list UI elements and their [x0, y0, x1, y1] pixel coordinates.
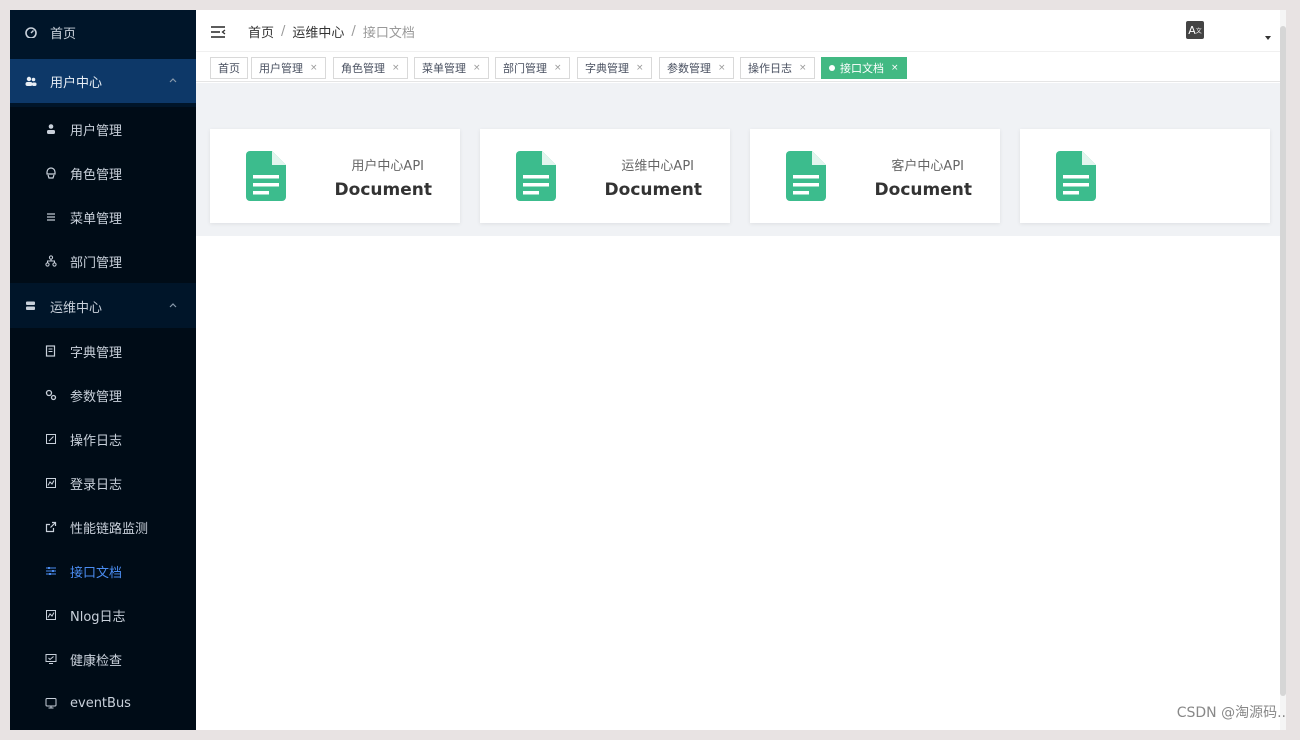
tags-view: 首页 用户管理 × 角色管理 × 菜单管理 × 部门管理 × 字典管理 × 参数管理 × 操…: [196, 52, 1286, 82]
close-icon[interactable]: ×: [799, 63, 807, 73]
edit-log-icon: [44, 432, 58, 446]
document-icon: [246, 151, 286, 201]
api-doc-card-user-center[interactable]: 用户中心API Document: [210, 129, 460, 223]
sidebar-item-operation-log[interactable]: 操作日志: [10, 417, 196, 461]
close-icon[interactable]: ×: [392, 63, 400, 73]
sidebar-item-performance-trace[interactable]: 性能链路监测: [10, 505, 196, 549]
breadcrumb-current: 接口文档: [362, 26, 415, 41]
caret-down-icon[interactable]: [1264, 35, 1272, 41]
tag-user-management[interactable]: 用户管理 ×: [251, 57, 326, 79]
breadcrumb-item[interactable]: 首页: [248, 22, 274, 41]
breadcrumb: 首页 / 运维中心 / 接口文档: [248, 22, 415, 41]
sidebar-item-dictionary[interactable]: 字典管理: [10, 329, 196, 373]
external-link-icon: [44, 520, 58, 534]
sidebar-item-label: 健康检查: [70, 653, 123, 669]
close-icon[interactable]: ×: [636, 63, 644, 73]
sidebar-group-label: 运维中心: [50, 300, 103, 316]
active-dot-icon: [829, 65, 835, 71]
sidebar-item-label: 登录日志: [70, 477, 123, 493]
sidebar-item-eventbus[interactable]: eventBus: [10, 681, 196, 725]
card-subtitle: Document: [334, 180, 432, 200]
monitor-icon: [44, 696, 58, 710]
sidebar: 首页 用户中心 用户管理 角色管理 菜单管理 部门管理 运维中心 字典管理 参数…: [10, 10, 196, 730]
api-doc-card-customer-center[interactable]: 客户中心API Document: [750, 129, 1000, 223]
server-icon: [24, 299, 38, 313]
sidebar-item-label: 用户管理: [70, 123, 123, 139]
users-icon: [24, 74, 38, 88]
tag-api-docs[interactable]: 接口文档 ×: [821, 57, 907, 79]
close-icon[interactable]: ×: [718, 63, 726, 73]
scrollbar-thumb[interactable]: [1280, 26, 1286, 696]
tag-role-management[interactable]: 角色管理 ×: [333, 57, 408, 79]
api-doc-card-ops-center[interactable]: 运维中心API Document: [480, 129, 730, 223]
vertical-scrollbar[interactable]: [1280, 10, 1286, 730]
card-subtitle: Document: [604, 180, 702, 200]
sidebar-item-label: 接口文档: [70, 565, 123, 581]
sidebar-group-label: 用户中心: [50, 75, 103, 91]
org-tree-icon: [44, 254, 58, 268]
role-icon: [44, 166, 58, 180]
document-icon: [516, 151, 556, 201]
tag-menu-management[interactable]: 菜单管理 ×: [414, 57, 489, 79]
menu-fold-icon[interactable]: [210, 25, 226, 39]
monitor-check-icon: [44, 652, 58, 666]
sidebar-item-login-log[interactable]: 登录日志: [10, 461, 196, 505]
sidebar-item-health-check[interactable]: 健康检查: [10, 637, 196, 681]
sidebar-item-home[interactable]: 首页: [10, 10, 196, 54]
api-doc-card-empty[interactable]: [1020, 129, 1270, 223]
chevron-up-icon: [169, 78, 177, 83]
sidebar-item-label: eventBus: [70, 695, 131, 711]
watermark: CSDN @淘源码..: [1176, 705, 1286, 721]
dictionary-icon: [44, 344, 58, 358]
sidebar-item-label: 部门管理: [70, 255, 123, 271]
sidebar-item-department-management[interactable]: 部门管理: [10, 239, 196, 283]
sliders-icon: [44, 564, 58, 578]
sidebar-item-label: 角色管理: [70, 167, 123, 183]
content-area: 用户中心API Document 运维中心API Document 客户中心AP…: [196, 83, 1286, 236]
sidebar-item-api-docs[interactable]: 接口文档: [10, 549, 196, 593]
card-title: 用户中心API: [351, 159, 424, 174]
close-icon[interactable]: ×: [473, 63, 481, 73]
sidebar-item-nlog[interactable]: Nlog日志: [10, 593, 196, 637]
user-icon: [44, 122, 58, 136]
sidebar-item-role-management[interactable]: 角色管理: [10, 151, 196, 195]
app-window: 首页 用户中心 用户管理 角色管理 菜单管理 部门管理 运维中心 字典管理 参数…: [10, 10, 1286, 730]
sidebar-item-label: 菜单管理: [70, 211, 123, 227]
dashboard-icon: [24, 25, 38, 39]
breadcrumb-item[interactable]: 运维中心: [292, 22, 344, 41]
sidebar-group-user-center[interactable]: 用户中心: [10, 59, 196, 103]
close-icon[interactable]: ×: [554, 63, 562, 73]
document-icon: [786, 151, 826, 201]
tag-dictionary[interactable]: 字典管理 ×: [577, 57, 652, 79]
top-header: 首页 / 运维中心 / 接口文档 A文: [196, 10, 1286, 52]
tag-home[interactable]: 首页: [210, 57, 248, 79]
card-subtitle: Document: [874, 180, 972, 200]
language-icon[interactable]: A文: [1186, 21, 1204, 39]
sidebar-item-label: 首页: [50, 26, 77, 42]
chevron-up-icon: [169, 303, 177, 308]
close-icon[interactable]: ×: [310, 63, 318, 73]
close-icon[interactable]: ×: [891, 63, 899, 73]
sidebar-group-ops-center[interactable]: 运维中心: [10, 284, 196, 328]
sidebar-item-label: Nlog日志: [70, 609, 126, 625]
tag-department-management[interactable]: 部门管理 ×: [495, 57, 570, 79]
sidebar-item-label: 字典管理: [70, 345, 123, 361]
sidebar-item-user-management[interactable]: 用户管理: [10, 107, 196, 151]
chart-log-icon: [44, 608, 58, 622]
card-title: 运维中心API: [621, 159, 694, 174]
gears-icon: [44, 388, 58, 402]
sidebar-item-label: 性能链路监测: [70, 521, 149, 537]
chart-log-icon: [44, 476, 58, 490]
tag-parameters[interactable]: 参数管理 ×: [659, 57, 734, 79]
sidebar-item-label: 参数管理: [70, 389, 123, 405]
document-icon: [1056, 151, 1096, 201]
sidebar-item-parameters[interactable]: 参数管理: [10, 373, 196, 417]
sidebar-item-menu-management[interactable]: 菜单管理: [10, 195, 196, 239]
tag-operation-log[interactable]: 操作日志 ×: [740, 57, 815, 79]
list-icon: [44, 210, 58, 224]
sidebar-item-label: 操作日志: [70, 433, 123, 449]
card-title: 客户中心API: [891, 159, 964, 174]
